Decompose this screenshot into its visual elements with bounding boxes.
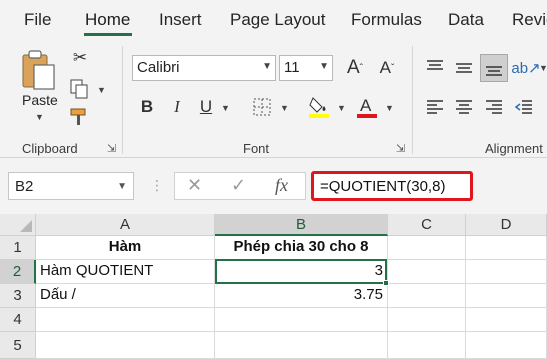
cell-c3[interactable] [388, 284, 466, 308]
cut-icon[interactable]: ✂ [70, 48, 90, 68]
font-size-value: 11 [284, 59, 300, 76]
decrease-indent-icon[interactable] [512, 95, 536, 119]
clipboard-group-label: Clipboard [22, 141, 78, 156]
formula-input[interactable]: =QUOTIENT(30,8) [311, 171, 473, 201]
cell-d1[interactable] [466, 236, 547, 260]
select-all-icon [20, 220, 32, 232]
tab-page-layout[interactable]: Page Layout [230, 10, 325, 30]
tab-home[interactable]: Home [85, 10, 130, 30]
cell-c2[interactable] [388, 260, 466, 284]
orientation-icon[interactable]: ab↗ [511, 55, 540, 81]
active-tab-indicator [84, 33, 132, 36]
cell-d5[interactable] [466, 332, 547, 359]
menu-bar: File Home Insert Page Layout Formulas Da… [0, 0, 547, 40]
ribbon: Paste ▼ ✂ ▼ Clipboard ⇲ Calibri ▼ 11 ▼ A… [0, 40, 547, 158]
copy-dropdown-icon[interactable]: ▼ [97, 85, 106, 95]
column-header-d[interactable]: D [466, 214, 547, 236]
tab-formulas[interactable]: Formulas [351, 10, 422, 30]
column-header-b[interactable]: B [215, 214, 388, 236]
italic-button[interactable]: I [167, 95, 187, 119]
enter-icon[interactable]: ✓ [231, 175, 246, 196]
underline-dropdown-icon[interactable]: ▼ [221, 103, 230, 113]
bold-button[interactable]: B [137, 95, 157, 119]
font-size-select[interactable]: 11 ▼ [279, 55, 333, 81]
chevron-down-icon: ▼ [117, 181, 127, 192]
underline-button[interactable]: U [196, 95, 216, 119]
align-left-icon[interactable] [423, 95, 447, 119]
copy-icon[interactable] [68, 78, 90, 100]
cell-b4[interactable] [215, 308, 388, 332]
column-header-c[interactable]: C [388, 214, 466, 236]
cell-d4[interactable] [466, 308, 547, 332]
cell-a1[interactable]: Hàm [36, 236, 215, 260]
cell-c5[interactable] [388, 332, 466, 359]
align-top-icon[interactable] [423, 55, 447, 81]
fill-handle[interactable] [383, 280, 389, 286]
cell-a3[interactable]: Dấu / [36, 284, 215, 308]
chevron-down-icon: ▼ [319, 61, 329, 72]
font-color-icon[interactable]: A [355, 93, 379, 121]
orientation-dropdown-icon[interactable]: ▼ [539, 63, 547, 73]
cell-b3[interactable]: 3.75 [215, 284, 388, 308]
borders-dropdown-icon[interactable]: ▼ [280, 103, 289, 113]
cell-b1[interactable]: Phép chia 30 cho 8 [215, 236, 388, 260]
tab-file[interactable]: File [24, 10, 51, 30]
row-header-5[interactable]: 5 [0, 332, 36, 359]
fill-color-dropdown-icon[interactable]: ▼ [337, 103, 346, 113]
increase-font-icon[interactable]: Aˆ [343, 55, 367, 81]
tab-data[interactable]: Data [448, 10, 484, 30]
align-right-icon[interactable] [482, 95, 506, 119]
fill-color-icon[interactable] [307, 93, 331, 121]
font-color-dropdown-icon[interactable]: ▼ [385, 103, 394, 113]
formula-buttons: ✕ ✓ fx [174, 172, 306, 200]
font-launcher-icon[interactable]: ⇲ [396, 142, 405, 155]
font-group-label: Font [243, 141, 270, 156]
name-box-value: B2 [15, 178, 34, 195]
row-header-4[interactable]: 4 [0, 308, 36, 332]
fx-icon[interactable]: fx [275, 175, 288, 196]
alignment-group-label: Alignment [485, 141, 543, 156]
clipboard-launcher-icon[interactable]: ⇲ [107, 142, 116, 155]
font-name-select[interactable]: Calibri ▼ [132, 55, 276, 81]
row-header-2[interactable]: 2 [0, 260, 36, 284]
paste-dropdown-icon[interactable]: ▼ [35, 112, 44, 122]
row-header-1[interactable]: 1 [0, 236, 36, 260]
name-box[interactable]: B2 ▼ [8, 172, 134, 200]
align-bottom-icon[interactable] [480, 54, 508, 82]
cell-a2[interactable]: Hàm QUOTIENT [36, 260, 215, 284]
cell-c1[interactable] [388, 236, 466, 260]
cell-a4[interactable] [36, 308, 215, 332]
column-header-a[interactable]: A [36, 214, 215, 236]
font-name-value: Calibri [137, 59, 180, 76]
drag-handle-icon[interactable]: ⋮ [150, 177, 165, 194]
svg-text:A: A [360, 96, 372, 115]
group-separator [412, 46, 413, 154]
borders-icon[interactable] [250, 95, 274, 119]
cell-a5[interactable] [36, 332, 215, 359]
spreadsheet-grid: A B C D 1 2 3 4 5 Hàm Phép chia 30 cho 8… [0, 214, 547, 359]
align-middle-icon[interactable] [452, 55, 476, 81]
chevron-down-icon: ▼ [262, 61, 272, 72]
paste-icon[interactable] [18, 48, 58, 92]
select-all-button[interactable] [0, 214, 36, 236]
tab-insert[interactable]: Insert [159, 10, 202, 30]
format-painter-icon[interactable] [68, 106, 90, 128]
paste-label[interactable]: Paste [22, 92, 58, 108]
group-separator [122, 46, 123, 154]
cancel-icon[interactable]: ✕ [187, 175, 202, 196]
decrease-font-icon[interactable]: Aˇ [375, 55, 399, 81]
cell-d2[interactable] [466, 260, 547, 284]
formula-bar: B2 ▼ ⋮ ✕ ✓ fx =QUOTIENT(30,8) [0, 158, 547, 214]
tab-review[interactable]: Revie [512, 10, 547, 30]
row-header-3[interactable]: 3 [0, 284, 36, 308]
cell-d3[interactable] [466, 284, 547, 308]
formula-text: =QUOTIENT(30,8) [320, 178, 446, 195]
cell-b2[interactable]: 3 [215, 260, 388, 284]
align-center-icon[interactable] [452, 95, 476, 119]
cell-c4[interactable] [388, 308, 466, 332]
cell-b5[interactable] [215, 332, 388, 359]
